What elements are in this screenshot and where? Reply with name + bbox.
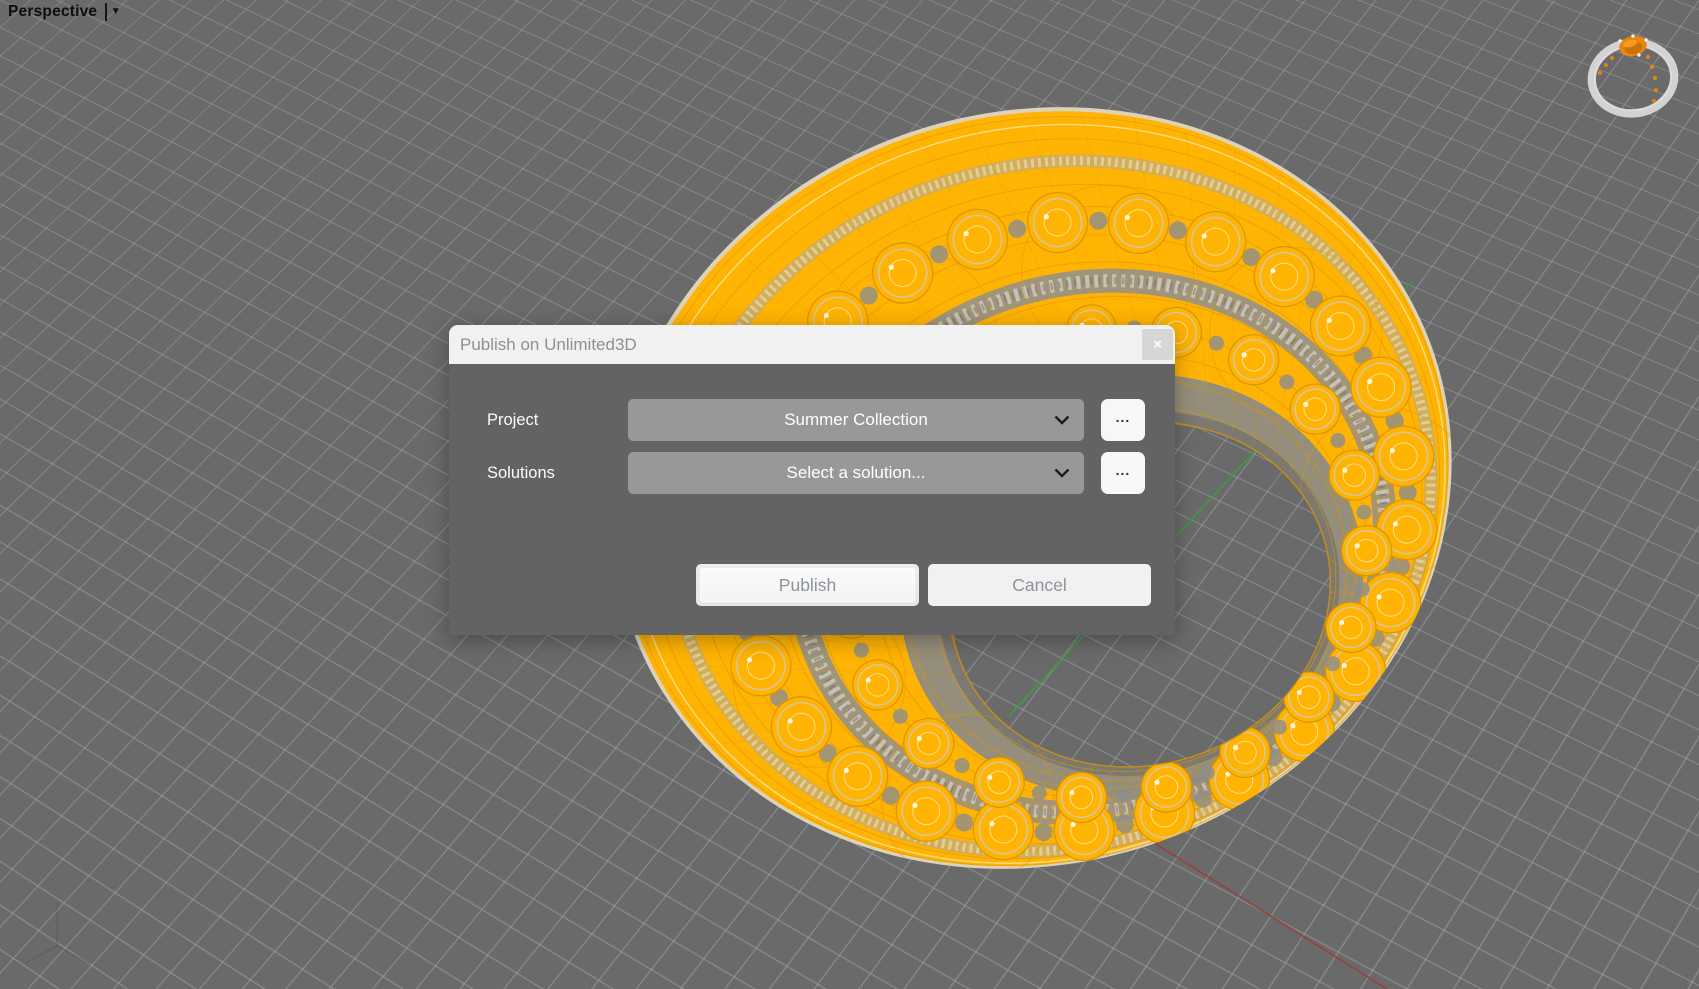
viewport-menu-arrow-icon: ▼ <box>111 7 121 17</box>
project-dropdown-value: Summer Collection <box>784 410 928 430</box>
close-icon: × <box>1153 337 1162 352</box>
viewport-title: Perspective <box>8 3 97 21</box>
dialog-title: Publish on Unlimited3D <box>460 335 637 355</box>
close-button[interactable]: × <box>1142 329 1173 360</box>
ring-preview-thumbnail <box>1586 33 1679 120</box>
ellipsis-icon: ... <box>1116 413 1131 421</box>
publish-button[interactable]: Publish <box>696 564 919 606</box>
world-axes-icon <box>27 903 90 964</box>
viewport-menu-separator <box>105 3 107 21</box>
publish-dialog: Publish on Unlimited3D × Project Summer … <box>449 325 1175 635</box>
publish-button-label: Publish <box>779 575 836 596</box>
solutions-dropdown-value: Select a solution... <box>787 463 926 483</box>
viewport-title-menu[interactable]: Perspective ▼ <box>8 3 121 21</box>
project-dropdown[interactable]: Summer Collection <box>628 399 1084 441</box>
chevron-down-icon <box>1054 468 1070 478</box>
project-label: Project <box>487 399 538 441</box>
viewport-3d: Perspective ▼ Publish on Unlimited3D × P… <box>0 0 1699 989</box>
solutions-browse-button[interactable]: ... <box>1101 452 1145 494</box>
chevron-down-icon <box>1054 415 1070 425</box>
solutions-dropdown[interactable]: Select a solution... <box>628 452 1084 494</box>
solutions-label: Solutions <box>487 452 555 494</box>
ellipsis-icon: ... <box>1116 466 1131 474</box>
publish-button-inner: Publish <box>700 568 915 602</box>
cancel-button-label: Cancel <box>1012 575 1066 596</box>
cancel-button[interactable]: Cancel <box>928 564 1151 606</box>
dialog-title-bar[interactable]: Publish on Unlimited3D × <box>449 325 1175 364</box>
project-browse-button[interactable]: ... <box>1101 399 1145 441</box>
